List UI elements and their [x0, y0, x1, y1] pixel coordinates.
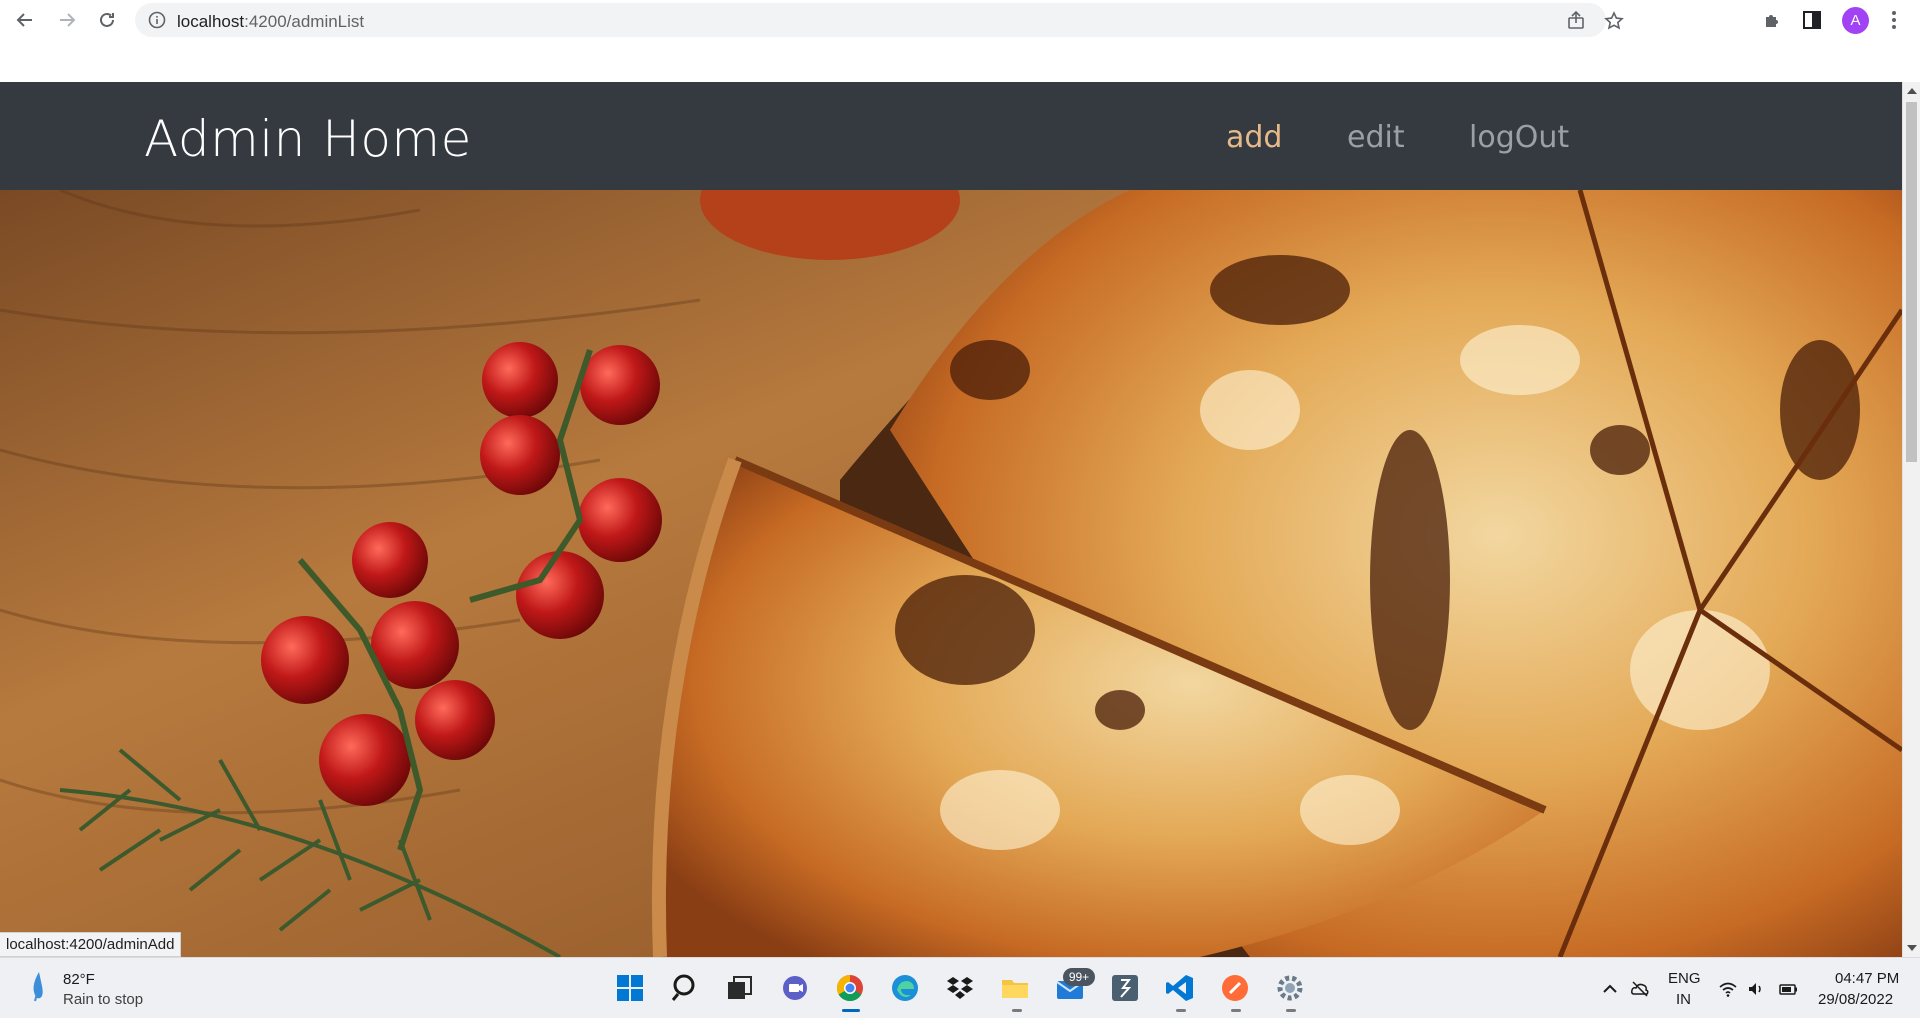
vscode-icon: [1166, 975, 1193, 1001]
file-explorer-icon: [1002, 980, 1028, 998]
forward-button[interactable]: [54, 7, 80, 33]
edge-icon: [892, 975, 918, 1001]
windows-taskbar: 82°F Rain to stop 99+ ENG IN 04:47 PM 29…: [0, 957, 1920, 1018]
teams-chat-icon: [783, 976, 807, 1000]
task-view-icon: [728, 976, 752, 999]
edge-app[interactable]: [887, 970, 923, 1006]
postman-running-indicator: [1231, 1009, 1241, 1012]
nav-link-add[interactable]: add: [1226, 120, 1282, 155]
language-line2[interactable]: IN: [1676, 991, 1691, 1008]
browser-toolbar: localhost:4200/adminList A: [0, 0, 1920, 40]
url-path: :4200/adminList: [244, 12, 365, 31]
back-button[interactable]: [12, 7, 38, 33]
profile-avatar[interactable]: A: [1842, 7, 1869, 34]
taskbar-search[interactable]: [668, 970, 704, 1006]
terminal-app[interactable]: [1107, 970, 1143, 1006]
chrome-running-indicator: [842, 1009, 860, 1012]
reload-button[interactable]: [94, 7, 120, 33]
page-viewport: Admin Home add edit logOut: [0, 82, 1902, 957]
side-panel-icon[interactable]: [1801, 9, 1823, 31]
file-explorer-app[interactable]: [997, 970, 1033, 1006]
chrome-icon: [836, 974, 863, 1002]
url-host: localhost: [177, 12, 245, 31]
scroll-thumb[interactable]: [1906, 102, 1917, 462]
dropbox-icon: [947, 977, 973, 999]
rain-weather-icon[interactable]: [28, 970, 50, 1002]
weather-description[interactable]: Rain to stop: [63, 991, 143, 1008]
nav-link-edit[interactable]: edit: [1347, 120, 1405, 155]
explorer-running-indicator: [1012, 1009, 1022, 1012]
scroll-up-arrow-icon[interactable]: [1907, 88, 1917, 94]
dropbox-app[interactable]: [942, 970, 978, 1006]
url-text[interactable]: localhost:4200/adminList: [177, 12, 364, 32]
reload-icon: [100, 12, 114, 27]
start-button[interactable]: [612, 970, 648, 1006]
link-hover-status: localhost:4200/adminAdd: [0, 932, 182, 957]
arrow-right-icon: [60, 13, 76, 27]
page-scrollbar[interactable]: [1902, 82, 1920, 957]
arrow-left-icon: [16, 13, 32, 27]
battery-charging-icon[interactable]: [1778, 979, 1798, 999]
nav-link-logout[interactable]: logOut: [1469, 120, 1569, 155]
clock-time[interactable]: 04:47 PM: [1835, 970, 1899, 987]
mail-unread-badge: 99+: [1063, 968, 1095, 986]
share-icon[interactable]: [1566, 11, 1586, 31]
terminal-app-icon: [1112, 975, 1138, 1001]
address-bar[interactable]: localhost:4200/adminList: [135, 3, 1624, 37]
task-view[interactable]: [722, 970, 758, 1006]
search-icon: [671, 974, 695, 1001]
navbar-brand[interactable]: Admin Home: [144, 110, 472, 168]
bookmark-star-icon[interactable]: [1604, 11, 1624, 31]
postman-app[interactable]: [1217, 970, 1253, 1006]
teams-chat[interactable]: [777, 970, 813, 1006]
scroll-down-arrow-icon[interactable]: [1907, 945, 1917, 951]
pizza-hero-illustration: [0, 190, 1902, 957]
vscode-app[interactable]: [1162, 970, 1198, 1006]
vscode-running-indicator: [1176, 1009, 1186, 1012]
chrome-app[interactable]: [832, 970, 868, 1006]
start-icon: [617, 975, 643, 1001]
wifi-icon[interactable]: [1718, 979, 1738, 999]
postman-icon: [1222, 975, 1248, 1001]
more-menu-icon[interactable]: [1883, 9, 1905, 31]
info-icon[interactable]: [148, 11, 166, 29]
settings-app[interactable]: [1272, 970, 1308, 1006]
volume-icon[interactable]: [1746, 979, 1766, 999]
hero-image: [0, 190, 1902, 957]
clock-date[interactable]: 29/08/2022: [1818, 991, 1893, 1008]
language-line1[interactable]: ENG: [1668, 970, 1701, 987]
settings-running-indicator: [1286, 1009, 1296, 1012]
onedrive-offline-icon[interactable]: [1630, 979, 1650, 999]
settings-icon: [1277, 975, 1303, 1001]
extensions-icon[interactable]: [1762, 9, 1784, 31]
navbar: Admin Home add edit logOut: [0, 82, 1902, 190]
weather-temperature[interactable]: 82°F: [63, 971, 95, 988]
chevron-up-icon[interactable]: [1600, 979, 1620, 999]
